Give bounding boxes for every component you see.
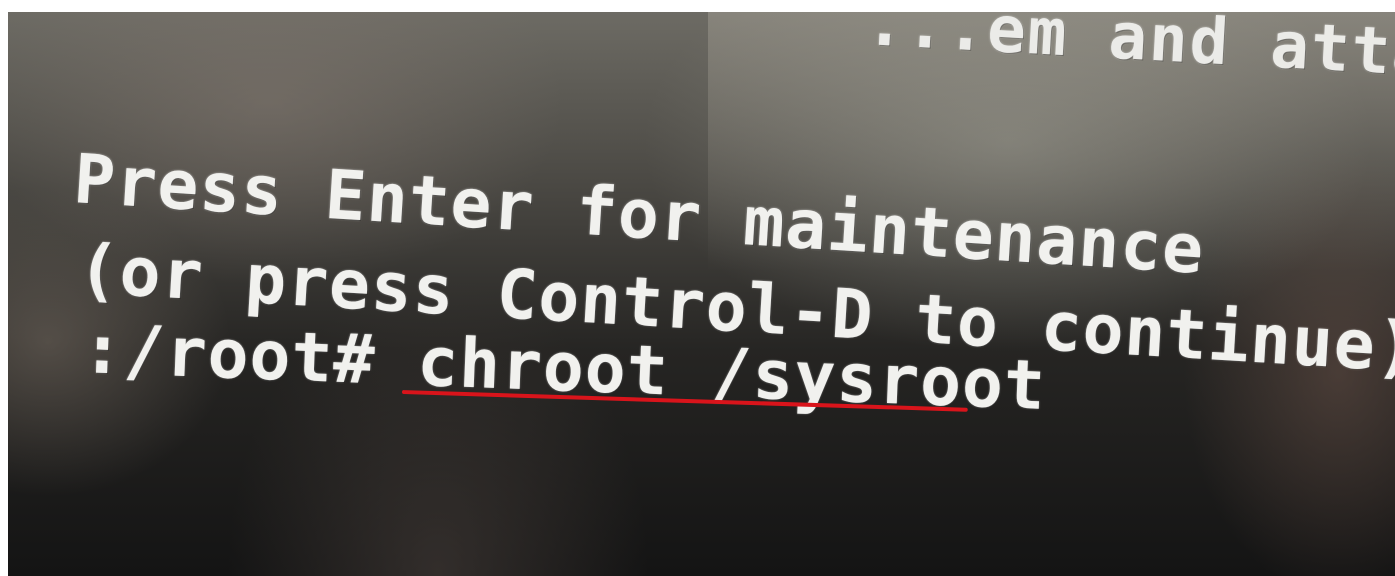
shell-prompt: :/root# <box>80 310 377 401</box>
photo-of-terminal-screen: ...em and attach it to Press Enter for m… <box>0 0 1395 576</box>
monitor-screen: ...em and attach it to Press Enter for m… <box>8 12 1395 576</box>
